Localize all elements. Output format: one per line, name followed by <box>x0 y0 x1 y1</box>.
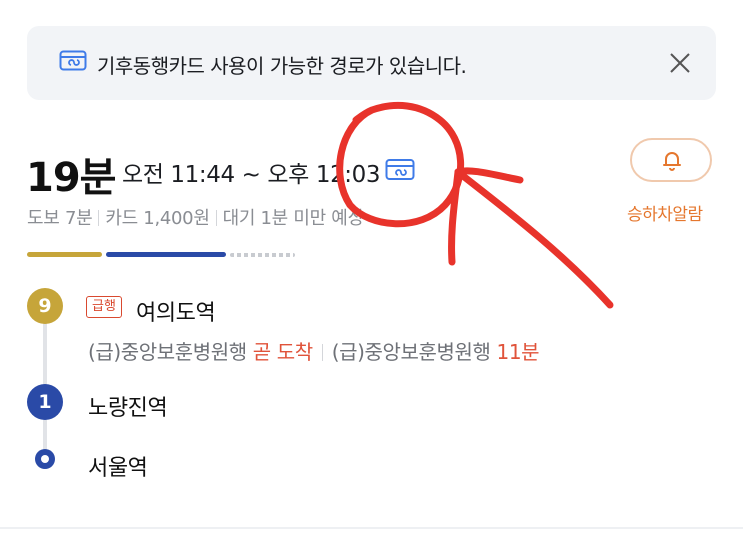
alarm-label[interactable]: 승하차알람 <box>627 200 703 225</box>
route-summary: 도보 7분 카드 1,400원 대기 1분 미만 예상 <box>27 204 364 230</box>
fare: 카드 1,400원 <box>105 208 210 229</box>
station-name[interactable]: 여의도역 <box>136 295 216 327</box>
bottom-divider <box>0 527 743 529</box>
wait-time: 대기 1분 미만 예상 <box>222 208 365 229</box>
progress-walk-segment <box>27 252 102 257</box>
express-tag: 급행 <box>86 296 122 318</box>
line-9-badge: 9 <box>27 288 63 324</box>
banner-text: 기후동행카드 사용이 가능한 경로가 있습니다. <box>97 54 467 78</box>
divider <box>215 210 217 226</box>
station-name[interactable]: 노량진역 <box>88 390 168 422</box>
divider <box>98 210 100 226</box>
close-icon[interactable] <box>667 50 693 76</box>
card-icon <box>59 50 87 71</box>
notice-banner: 기후동행카드 사용이 가능한 경로가 있습니다. <box>27 26 716 100</box>
route-duration: 19분 <box>26 155 116 201</box>
divider <box>321 344 323 361</box>
arrival-status: 곧 도착 <box>252 340 313 364</box>
arrival-train: (급)중앙보훈병원행 <box>331 340 491 364</box>
progress-remaining-segment <box>230 253 295 257</box>
arrival-status: 11분 <box>496 340 540 364</box>
arrival-train: (급)중앙보훈병원행 <box>88 340 247 364</box>
walk-time: 도보 7분 <box>27 208 93 229</box>
destination-marker <box>35 449 55 469</box>
line-1-badge: 1 <box>27 384 63 420</box>
arrival-info: (급)중앙보훈병원행 곧 도착 (급)중앙보훈병원행 11분 <box>88 336 540 365</box>
station-name[interactable]: 서울역 <box>88 450 148 482</box>
bell-icon <box>663 152 681 171</box>
alarm-button[interactable] <box>630 138 712 182</box>
card-icon <box>385 159 415 180</box>
progress-line1-segment <box>106 252 226 257</box>
route-time-range: 오전 11:44 ~ 오후 12:03 <box>122 162 381 188</box>
